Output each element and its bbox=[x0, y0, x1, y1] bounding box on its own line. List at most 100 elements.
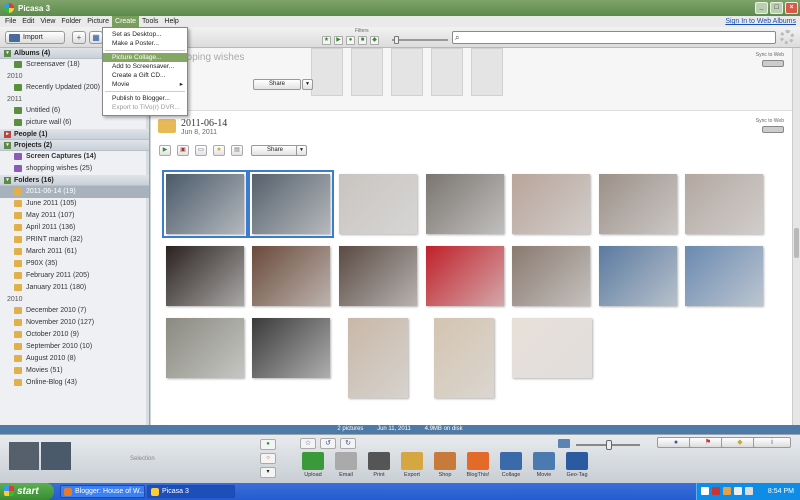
expand-toggle-icon[interactable]: ▾ bbox=[4, 50, 11, 57]
menu-item-add-to-screensaver[interactable]: Add to Screensaver... bbox=[103, 62, 187, 71]
star-filter-icon[interactable]: ★ bbox=[322, 36, 331, 45]
minimize-button[interactable]: _ bbox=[755, 2, 768, 14]
antivirus-tray-icon[interactable] bbox=[712, 487, 720, 495]
star-button[interactable]: ☆ bbox=[300, 438, 316, 449]
date-filter-slider[interactable] bbox=[392, 36, 448, 44]
photo-thumbnail[interactable] bbox=[512, 318, 592, 378]
photo-thumbnail[interactable] bbox=[162, 170, 248, 238]
menu-item-publish-to-blogger[interactable]: Publish to Blogger... bbox=[103, 94, 187, 103]
help-tray-icon[interactable] bbox=[701, 487, 709, 495]
action-movie-button[interactable]: Movie bbox=[529, 452, 559, 478]
sidebar-item-june-2011[interactable]: June 2011 (105) bbox=[0, 198, 149, 210]
taskbar-item-picasa-3[interactable]: Picasa 3 bbox=[147, 485, 235, 498]
expand-toggle-icon[interactable]: ▾ bbox=[4, 177, 11, 184]
sign-in-web-albums-link[interactable]: Sign In to Web Albums bbox=[725, 18, 796, 25]
sidebar-item-screen-captures[interactable]: Screen Captures (14) bbox=[0, 151, 149, 163]
rotate-right-button[interactable]: ↻ bbox=[340, 438, 356, 449]
search-input[interactable]: ⌕ bbox=[452, 31, 776, 44]
sync-toggle[interactable] bbox=[762, 60, 784, 67]
photo-thumbnail[interactable] bbox=[348, 318, 408, 398]
sidebar-item-january-2011[interactable]: January 2011 (180) bbox=[0, 282, 149, 294]
make-movie-button[interactable]: ▣ bbox=[177, 145, 189, 156]
sidebar-item-february-2011[interactable]: February 2011 (205) bbox=[0, 270, 149, 282]
sync-toggle[interactable] bbox=[762, 126, 784, 133]
menu-item-movie[interactable]: Movie ▸ bbox=[103, 80, 187, 89]
rotate-left-button[interactable]: ↺ bbox=[320, 438, 336, 449]
share-dropdown-button[interactable]: ▼ bbox=[296, 145, 307, 156]
sidebar-item-movies[interactable]: Movies (51) bbox=[0, 365, 149, 377]
photo-thumbnail[interactable] bbox=[599, 246, 677, 306]
add-album-button[interactable]: + bbox=[72, 31, 86, 44]
photo-thumbnail[interactable] bbox=[426, 246, 504, 306]
action-email-button[interactable]: Email bbox=[331, 452, 361, 478]
photo-thumbnail[interactable] bbox=[512, 246, 590, 306]
action-geo-tag-button[interactable]: Geo-Tag bbox=[562, 452, 592, 478]
sidebar-item-shopping-wishes[interactable]: shopping wishes (25) bbox=[0, 163, 149, 175]
photo-thumbnail[interactable] bbox=[252, 246, 330, 306]
photo-thumbnail[interactable] bbox=[339, 174, 417, 234]
sidebar-item-november-2010[interactable]: November 2010 (127) bbox=[0, 317, 149, 329]
menu-file[interactable]: File bbox=[2, 16, 19, 27]
photo-thumbnail[interactable] bbox=[248, 170, 334, 238]
projects-section-header[interactable]: ▾ Projects (2) bbox=[0, 140, 149, 151]
menu-edit[interactable]: Edit bbox=[19, 16, 37, 27]
menu-item-picture-collage[interactable]: Picture Collage... bbox=[103, 53, 187, 62]
menu-item-set-as-desktop[interactable]: Set as Desktop... bbox=[103, 30, 187, 39]
edit-description-button[interactable]: ▭ bbox=[195, 145, 207, 156]
expand-toggle-icon[interactable]: ▾ bbox=[4, 142, 11, 149]
photo-thumbnail[interactable] bbox=[685, 246, 763, 306]
sidebar-item-april-2011[interactable]: April 2011 (136) bbox=[0, 222, 149, 234]
new-project-button[interactable]: ▦ bbox=[89, 31, 103, 44]
photo-thumbnail[interactable] bbox=[434, 318, 494, 398]
photo-thumbnail[interactable] bbox=[166, 246, 244, 306]
menu-create[interactable]: Create bbox=[112, 16, 140, 27]
upload-button[interactable]: ▤ bbox=[231, 145, 243, 156]
people-section-header[interactable]: ▸ People (1) bbox=[0, 129, 149, 140]
sidebar-item-online-blog[interactable]: Online-Blog (43) bbox=[0, 377, 149, 389]
action-collage-button[interactable]: Collage bbox=[496, 452, 526, 478]
slider-knob[interactable] bbox=[606, 440, 612, 450]
maximize-button[interactable]: □ bbox=[770, 2, 783, 14]
taskbar-item-blogger-house-of-w[interactable]: Blogger: House of W... bbox=[60, 485, 145, 498]
sidebar-item-august-2010[interactable]: August 2010 (8) bbox=[0, 353, 149, 365]
expand-toggle-icon[interactable]: ▸ bbox=[4, 131, 11, 138]
slider-knob[interactable] bbox=[394, 36, 399, 44]
hold-selection-button[interactable]: ● bbox=[260, 439, 276, 450]
photo-thumbnail[interactable] bbox=[512, 174, 590, 234]
import-button[interactable]: Import bbox=[5, 31, 65, 44]
add-to-album-button[interactable]: ▾ bbox=[260, 467, 276, 478]
people-filter-icon[interactable]: ● bbox=[346, 36, 355, 45]
action-upload-button[interactable]: Upload bbox=[298, 452, 328, 478]
menu-help[interactable]: Help bbox=[161, 16, 181, 27]
sidebar-item-october-2010[interactable]: October 2010 (9) bbox=[0, 329, 149, 341]
info-tab[interactable]: i bbox=[753, 437, 791, 448]
sidebar-item-december-2010[interactable]: December 2010 (7) bbox=[0, 305, 149, 317]
tray-thumbnail[interactable] bbox=[41, 442, 71, 470]
sidebar-item-2011-06-14[interactable]: 2011-06-14 (19) bbox=[0, 186, 149, 198]
sidebar-item-print-march[interactable]: PRINT march (32) bbox=[0, 234, 149, 246]
volume-tray-icon[interactable] bbox=[745, 487, 753, 495]
geotag-filter-icon[interactable]: ■ bbox=[358, 36, 367, 45]
menu-view[interactable]: View bbox=[37, 16, 58, 27]
main-scrollbar[interactable] bbox=[792, 48, 800, 425]
action-blogthis-button[interactable]: BlogThis! bbox=[463, 452, 493, 478]
action-shop-button[interactable]: Shop bbox=[430, 452, 460, 478]
menu-item-create-a-gift-cd[interactable]: Create a Gift CD... bbox=[103, 71, 187, 80]
thumbnail-size-slider[interactable] bbox=[576, 440, 640, 450]
network-tray-icon[interactable] bbox=[734, 487, 742, 495]
photo-thumbnail[interactable] bbox=[339, 246, 417, 306]
share-dropdown-button[interactable]: ▼ bbox=[302, 79, 313, 90]
scrollbar-thumb[interactable] bbox=[794, 228, 799, 258]
close-button[interactable]: × bbox=[785, 2, 798, 14]
photo-thumbnail[interactable] bbox=[252, 318, 330, 378]
sidebar-item-september-2010[interactable]: September 2010 (10) bbox=[0, 341, 149, 353]
photo-thumbnail[interactable] bbox=[166, 318, 244, 378]
menu-picture[interactable]: Picture bbox=[84, 16, 112, 27]
sidebar-item-p90x[interactable]: P90X (35) bbox=[0, 258, 149, 270]
play-slideshow-button[interactable]: ▶ bbox=[159, 145, 171, 156]
sidebar-item-may-2011[interactable]: May 2011 (107) bbox=[0, 210, 149, 222]
update-tray-icon[interactable] bbox=[723, 487, 731, 495]
action-export-button[interactable]: Export bbox=[397, 452, 427, 478]
action-print-button[interactable]: Print bbox=[364, 452, 394, 478]
folders-section-header[interactable]: ▾ Folders (16) bbox=[0, 175, 149, 186]
